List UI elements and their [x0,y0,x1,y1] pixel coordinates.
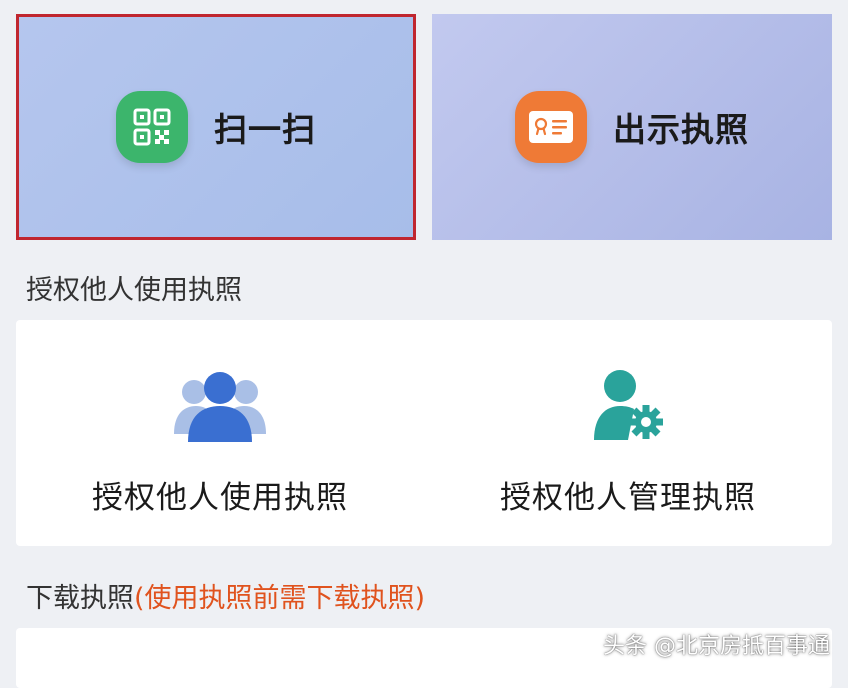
scan-tile[interactable]: 扫一扫 [16,14,416,240]
authorize-use-button[interactable]: 授权他人使用执照 [16,320,424,546]
download-section-title: 下载执照(使用执照前需下载执照) [26,576,425,615]
authorize-manage-label: 授权他人管理执照 [500,480,756,516]
authorize-section-title: 授权他人使用执照 [26,275,242,306]
scan-label: 扫一扫 [214,110,316,149]
watermark-text: 头条 @北京房抵百事通 [603,634,830,659]
show-license-label: 出示执照 [613,110,749,149]
license-card-icon [515,91,587,163]
download-hint: (使用执照前需下载执照) [134,583,426,614]
user-gear-icon [588,364,668,444]
authorize-use-label: 授权他人使用执照 [92,480,348,516]
download-title: 下载执照 [26,583,134,614]
authorize-card: 授权他人使用执照 授权他人管理执照 [16,320,832,546]
qr-code-icon [116,91,188,163]
show-license-tile[interactable]: 出示执照 [432,14,832,240]
authorize-manage-button[interactable]: 授权他人管理执照 [424,320,832,546]
users-group-icon [172,364,268,444]
